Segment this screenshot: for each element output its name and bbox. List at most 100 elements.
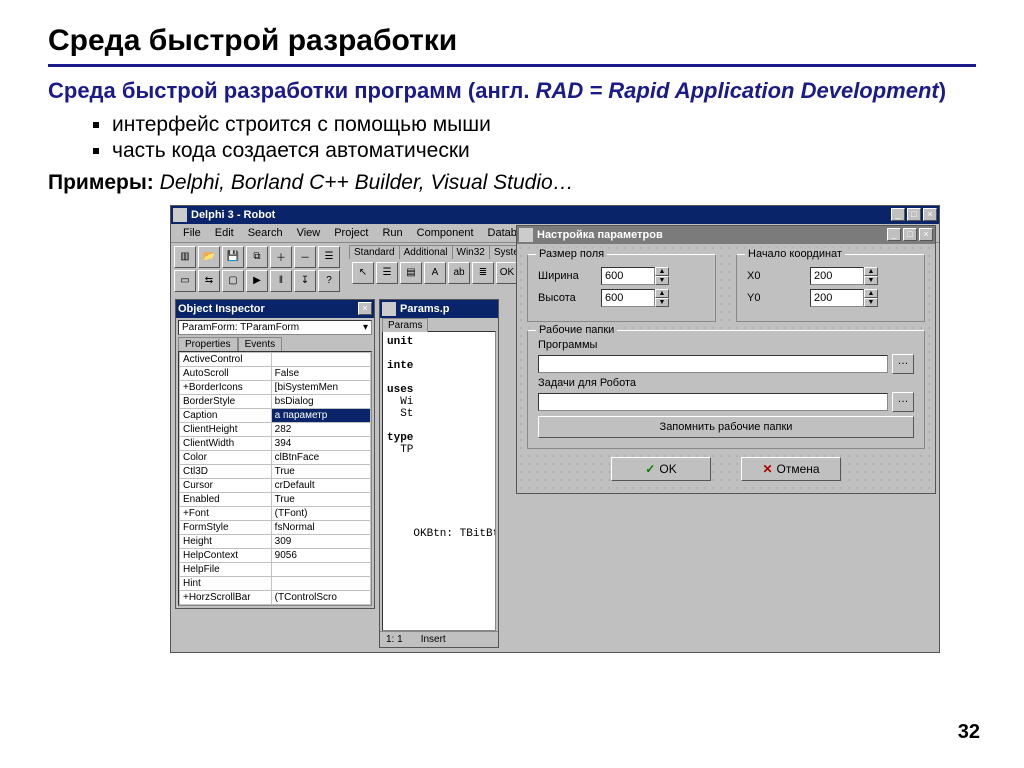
menu-component[interactable]: Component	[411, 226, 480, 240]
pal-edit-icon[interactable]: ab	[448, 262, 470, 284]
tab-additional[interactable]: Additional	[399, 245, 453, 259]
maximize-icon[interactable]: □	[907, 208, 921, 221]
spin-up-icon[interactable]: ▲	[655, 267, 669, 276]
property-row[interactable]: Captionа параметр	[180, 408, 371, 422]
property-row[interactable]: Height309	[180, 534, 371, 548]
form-titlebar[interactable]: Настройка параметров _ □ ×	[517, 226, 935, 244]
pal-mainmenu-icon[interactable]: ☰	[376, 262, 398, 284]
group-folders: Рабочие папки Программы … Задачи для Роб…	[527, 330, 925, 449]
menu-file[interactable]: File	[177, 226, 207, 240]
browse-tasks-button[interactable]: …	[892, 392, 914, 412]
tab-win32[interactable]: Win32	[452, 245, 490, 259]
tb-add-icon[interactable]: ＋	[270, 246, 292, 268]
close-icon[interactable]: ×	[923, 208, 937, 221]
property-row[interactable]: EnabledTrue	[180, 492, 371, 506]
spin-up-icon[interactable]: ▲	[864, 267, 878, 276]
browse-programs-button[interactable]: …	[892, 354, 914, 374]
tb-newform-icon[interactable]: ▢	[222, 270, 244, 292]
editor-titlebar[interactable]: Params.p	[380, 300, 498, 318]
form-designer-window[interactable]: Настройка параметров _ □ × Размер поля Ш…	[516, 225, 936, 494]
title-divider	[48, 64, 976, 67]
input-height[interactable]	[601, 289, 655, 307]
tb-saveall-icon[interactable]: ⧉	[246, 246, 268, 268]
cancel-button[interactable]: ✕Отмена	[741, 457, 841, 481]
form-min-icon[interactable]: _	[887, 228, 901, 241]
tb-save-icon[interactable]: 💾	[222, 246, 244, 268]
tb-step-icon[interactable]: ↧	[294, 270, 316, 292]
property-row[interactable]: CursorcrDefault	[180, 478, 371, 492]
input-tasks-path[interactable]	[538, 393, 888, 411]
property-row[interactable]: FormStylefsNormal	[180, 520, 371, 534]
tb-help-icon[interactable]: ?	[318, 270, 340, 292]
property-row[interactable]: ColorclBtnFace	[180, 450, 371, 464]
tab-properties[interactable]: Properties	[178, 337, 238, 351]
tb-units-icon[interactable]: ☰	[318, 246, 340, 268]
page-number: 32	[958, 721, 980, 744]
form-close-icon[interactable]: ×	[919, 228, 933, 241]
input-width[interactable]	[601, 267, 655, 285]
code-area[interactable]: unit inte uses Wi St type TP OKBtn: TBit…	[382, 331, 496, 631]
status-pos: 1: 1	[386, 634, 403, 645]
inspector-tabs[interactable]: Properties Events	[176, 337, 374, 351]
tb-run-icon[interactable]: ▶	[246, 270, 268, 292]
property-row[interactable]: ClientWidth394	[180, 436, 371, 450]
property-row[interactable]: AutoScrollFalse	[180, 366, 371, 380]
group-origin: Начало координат X0 ▲▼ Y0 ▲▼	[736, 254, 925, 322]
property-row[interactable]: +Font(TFont)	[180, 506, 371, 520]
spin-up-icon[interactable]: ▲	[655, 289, 669, 298]
chevron-down-icon[interactable]: ▾	[363, 322, 368, 333]
label-width: Ширина	[538, 270, 593, 282]
pal-memo-icon[interactable]: ≣	[472, 262, 494, 284]
tb-new-icon[interactable]: ▥	[174, 246, 196, 268]
remember-folders-button[interactable]: Запомнить рабочие папки	[538, 416, 914, 438]
menu-search[interactable]: Search	[242, 226, 289, 240]
label-y0: Y0	[747, 292, 802, 304]
property-row[interactable]: ClientHeight282	[180, 422, 371, 436]
subtitle-lead: Среда быстрой разработки программ (англ.	[48, 78, 536, 103]
tb-pause-icon[interactable]: ‖	[270, 270, 292, 292]
property-row[interactable]: Ctl3DTrue	[180, 464, 371, 478]
tb-toggle-icon[interactable]: ⇆	[198, 270, 220, 292]
tb-open-icon[interactable]: 📂	[198, 246, 220, 268]
editor-tab[interactable]: Params	[382, 318, 428, 332]
spin-down-icon[interactable]: ▼	[655, 276, 669, 285]
ok-button[interactable]: ✓OK	[611, 457, 711, 481]
form-max-icon[interactable]: □	[903, 228, 917, 241]
group-origin-caption: Начало координат	[745, 248, 845, 260]
property-row[interactable]: ActiveControl	[180, 352, 371, 366]
property-row[interactable]: Hint	[180, 576, 371, 590]
property-row[interactable]: +HorzScrollBar(TControlScro	[180, 590, 371, 604]
menu-edit[interactable]: Edit	[209, 226, 240, 240]
pal-arrow-icon[interactable]: ↖	[352, 262, 374, 284]
minimize-icon[interactable]: _	[891, 208, 905, 221]
inspector-close-icon[interactable]: ×	[358, 302, 372, 315]
label-x0: X0	[747, 270, 802, 282]
subtitle-close: )	[939, 78, 946, 103]
property-row[interactable]: HelpFile	[180, 562, 371, 576]
menu-view[interactable]: View	[291, 226, 327, 240]
spin-down-icon[interactable]: ▼	[655, 298, 669, 307]
property-row[interactable]: BorderStylebsDialog	[180, 394, 371, 408]
pal-label-icon[interactable]: A	[424, 262, 446, 284]
tab-events[interactable]: Events	[238, 337, 283, 351]
property-row[interactable]: +BorderIcons[biSystemMen	[180, 380, 371, 394]
tab-standard[interactable]: Standard	[349, 245, 400, 259]
kw-interface: inte	[387, 360, 413, 372]
spin-up-icon[interactable]: ▲	[864, 289, 878, 298]
spin-down-icon[interactable]: ▼	[864, 298, 878, 307]
inspector-titlebar[interactable]: Object Inspector ×	[176, 300, 374, 318]
ide-titlebar[interactable]: Delphi 3 - Robot _ □ ×	[171, 206, 939, 224]
menu-run[interactable]: Run	[376, 226, 408, 240]
pal-popupmenu-icon[interactable]: ▤	[400, 262, 422, 284]
input-y0[interactable]	[810, 289, 864, 307]
input-x0[interactable]	[810, 267, 864, 285]
property-grid[interactable]: ActiveControlAutoScrollFalse+BorderIcons…	[178, 351, 372, 606]
menu-project[interactable]: Project	[328, 226, 374, 240]
tb-remove-icon[interactable]: －	[294, 246, 316, 268]
spin-down-icon[interactable]: ▼	[864, 276, 878, 285]
pal-button-icon[interactable]: OK	[496, 262, 518, 284]
property-row[interactable]: HelpContext9056	[180, 548, 371, 562]
tb-forms-icon[interactable]: ▭	[174, 270, 196, 292]
inspector-combo[interactable]: ParamForm: TParamForm ▾	[178, 320, 372, 335]
input-programs-path[interactable]	[538, 355, 888, 373]
